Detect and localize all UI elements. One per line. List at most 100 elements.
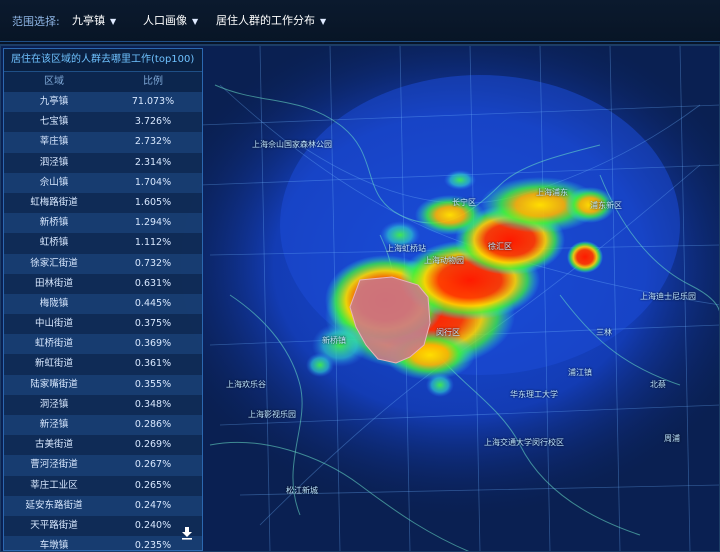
map-label-zhoupu: 周浦 [664, 434, 680, 443]
map-label-sheshan: 上海佘山国家森林公园 [252, 140, 332, 149]
map-label-happy-valley: 上海欢乐谷 [226, 380, 266, 389]
region-cell: 虹梅路街道 [30, 196, 78, 208]
ratio-cell: 1.605% [134, 196, 172, 208]
analysis-dropdown-value: 居住人群的工作分布 [216, 14, 315, 27]
top-toolbar: 范围选择: 九亭镇 ▼ 人口画像 ▼ 居住人群的工作分布 ▼ [0, 0, 720, 42]
table-row[interactable]: 莘庄镇 2.732% [4, 132, 202, 153]
region-cell: 虹桥街道 [34, 338, 73, 350]
region-cell: 田林街道 [34, 277, 73, 289]
map-label-hongqiao: 上海虹桥站 [386, 244, 426, 253]
region-cell: 梅陇镇 [39, 297, 69, 309]
ratio-cell: 0.247% [134, 499, 172, 511]
table-row[interactable]: 泗泾镇 2.314% [4, 152, 202, 173]
table-row[interactable]: 佘山镇 1.704% [4, 172, 202, 193]
chevron-down-icon: ▼ [320, 17, 327, 26]
region-cell: 七宝镇 [39, 116, 69, 128]
region-cell: 陆家嘴街道 [30, 378, 78, 390]
ratio-cell: 2.314% [134, 156, 172, 168]
region-cell: 虹桥镇 [39, 237, 69, 249]
region-cell: 新泾镇 [39, 419, 69, 430]
map-label-xuhui: 徐汇区 [488, 242, 512, 251]
region-cell: 曹河泾街道 [30, 459, 78, 471]
ratio-cell: 0.445% [134, 297, 172, 309]
download-icon[interactable] [180, 526, 194, 540]
map-label-beicai: 北蔡 [650, 380, 666, 389]
chevron-down-icon: ▼ [110, 17, 117, 26]
table-row[interactable]: 天平路街道 0.240% [4, 515, 202, 537]
column-header-region[interactable]: 区域 [4, 72, 104, 92]
table-row[interactable]: 曹河泾街道 0.267% [4, 455, 202, 476]
ratio-cell: 0.348% [134, 398, 172, 410]
ratio-cell: 0.269% [134, 439, 172, 451]
map-label-changning: 长宁区 [452, 198, 476, 207]
region-cell: 延安东路街道 [25, 499, 83, 511]
panel-title: 居住在该区域的人群去哪里工作(top100) [4, 49, 202, 72]
region-cell: 中山街道 [34, 318, 73, 330]
ratio-cell: 0.631% [134, 277, 172, 289]
map-label-disney: 上海迪士尼乐园 [640, 292, 696, 301]
region-cell: 徐家汇街道 [30, 257, 78, 269]
ratio-cell: 0.265% [134, 479, 172, 491]
map-label-film-park: 上海影视乐园 [248, 410, 296, 419]
table-header: 区域 比例 [4, 72, 202, 92]
ratio-cell: 0.355% [134, 378, 172, 390]
region-cell: 天平路街道 [30, 519, 78, 531]
ratio-cell: 1.294% [134, 217, 172, 229]
region-cell: 古美街道 [34, 439, 73, 451]
region-cell: 九亭镇 [39, 96, 69, 107]
table-row[interactable]: 虹桥镇 1.112% [4, 233, 202, 254]
table-row[interactable]: 七宝镇 3.726% [4, 112, 202, 133]
table-row[interactable]: 新泾镇 0.286% [4, 415, 202, 436]
map-label-sanlin: 三林 [596, 328, 612, 337]
chevron-down-icon: ▼ [192, 17, 199, 26]
region-cell: 泗泾镇 [39, 156, 69, 168]
table-row[interactable]: 古美街道 0.269% [4, 435, 202, 456]
ratio-cell: 0.286% [134, 419, 172, 430]
ratio-cell: 1.112% [134, 237, 172, 249]
table-row[interactable]: 莘庄工业区 0.265% [4, 475, 202, 496]
region-cell: 莘庄工业区 [30, 479, 78, 491]
region-cell: 车墩镇 [39, 540, 69, 551]
ratio-cell: 2.732% [134, 136, 172, 148]
table-row[interactable]: 新虹街道 0.361% [4, 354, 202, 375]
table-row[interactable]: 虹梅路街道 1.605% [4, 192, 202, 214]
table-row[interactable]: 车墩镇 0.235% [4, 536, 202, 551]
table-row[interactable]: 田林街道 0.631% [4, 273, 202, 294]
column-header-ratio[interactable]: 比例 [104, 72, 202, 92]
map-label-xinqiao: 新桥镇 [322, 336, 346, 345]
map-label-ecust: 华东理工大学 [510, 390, 558, 399]
population-dropdown[interactable]: 人口画像 ▼ [143, 12, 198, 28]
map-label-songjiang: 松江新城 [286, 486, 318, 495]
ratio-cell: 3.726% [134, 116, 172, 128]
range-label: 范围选择: [12, 15, 60, 28]
work-distribution-panel: 居住在该区域的人群去哪里工作(top100) 区域 比例 九亭镇 71.073% … [3, 48, 203, 551]
map-label-minhang: 闵行区 [436, 328, 460, 337]
region-cell: 新桥镇 [39, 217, 69, 229]
ratio-cell: 0.375% [134, 318, 172, 330]
table-row[interactable]: 洞泾镇 0.348% [4, 394, 202, 415]
ratio-cell: 0.369% [134, 338, 172, 350]
table-body: 九亭镇 71.073% 七宝镇 3.726% 莘庄镇 2.732% 泗泾镇 2.314%… [4, 92, 202, 551]
table-row[interactable]: 梅陇镇 0.445% [4, 293, 202, 315]
town-dropdown-value: 九亭镇 [72, 14, 105, 27]
map-label-sjtu: 上海交通大学闵行校区 [484, 438, 564, 447]
map-label-pujiang: 浦江镇 [568, 368, 592, 377]
town-dropdown[interactable]: 九亭镇 ▼ [72, 12, 116, 28]
map-label-zoo: 上海动物园 [424, 256, 464, 265]
table-row[interactable]: 九亭镇 71.073% [4, 92, 202, 113]
population-dropdown-value: 人口画像 [143, 14, 187, 27]
table-row[interactable]: 陆家嘴街道 0.355% [4, 374, 202, 395]
region-cell: 佘山镇 [39, 176, 69, 188]
map-label-pudong: 浦东新区 [590, 201, 622, 210]
table-row[interactable]: 新桥镇 1.294% [4, 213, 202, 234]
analysis-dropdown[interactable]: 居住人群的工作分布 ▼ [216, 12, 326, 28]
table-row[interactable]: 虹桥街道 0.369% [4, 334, 202, 355]
ratio-cell: 71.073% [131, 96, 175, 107]
table-row[interactable]: 中山街道 0.375% [4, 314, 202, 335]
ratio-cell: 0.267% [134, 459, 172, 471]
table-row[interactable]: 徐家汇街道 0.732% [4, 253, 202, 274]
region-cell: 新虹街道 [34, 358, 73, 370]
ratio-cell: 0.732% [134, 257, 172, 269]
table-row[interactable]: 延安东路街道 0.247% [4, 495, 202, 516]
ratio-cell: 1.704% [134, 176, 172, 188]
